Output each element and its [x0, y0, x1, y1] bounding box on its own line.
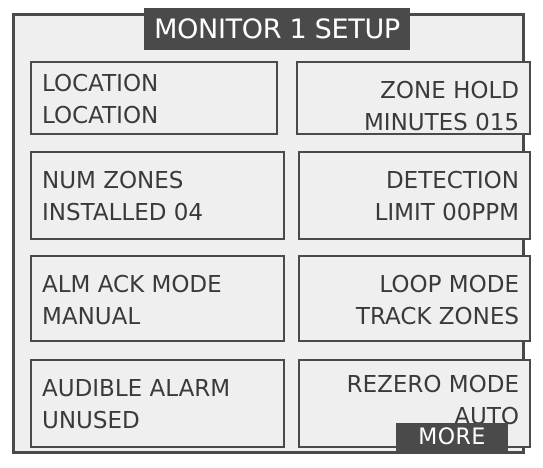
audible-alarm-tile-value: UNUSED — [42, 408, 140, 434]
num-zones-tile-label: NUM ZONES — [42, 168, 184, 194]
detection-limit-tile-value: LIMIT 00PPM — [374, 200, 519, 226]
more-button[interactable]: MORE — [396, 423, 508, 452]
num-zones-tile[interactable]: NUM ZONES INSTALLED 04 — [30, 151, 285, 240]
location-tile-label: LOCATION — [42, 71, 159, 97]
num-zones-tile-value: INSTALLED 04 — [42, 200, 204, 226]
screen-title: MONITOR 1 SETUP — [144, 8, 410, 50]
location-tile[interactable]: LOCATION LOCATION — [30, 61, 278, 135]
detection-limit-tile-label: DETECTION — [385, 168, 519, 194]
detection-limit-tile[interactable]: DETECTION LIMIT 00PPM — [298, 151, 531, 240]
loop-mode-tile[interactable]: LOOP MODE TRACK ZONES — [298, 255, 531, 342]
loop-mode-tile-label: LOOP MODE — [379, 272, 519, 298]
rezero-mode-tile-label: REZERO MODE — [346, 372, 519, 398]
loop-mode-tile-value: TRACK ZONES — [355, 304, 519, 330]
audible-alarm-tile[interactable]: AUDIBLE ALARM UNUSED — [30, 359, 285, 448]
alarm-ack-mode-tile[interactable]: ALM ACK MODE MANUAL — [30, 255, 285, 342]
alarm-ack-mode-tile-value: MANUAL — [42, 304, 141, 330]
zone-hold-tile-value: MINUTES 015 — [363, 110, 519, 136]
alarm-ack-mode-tile-label: ALM ACK MODE — [42, 272, 222, 298]
zone-hold-tile-label: ZONE HOLD — [380, 78, 519, 104]
audible-alarm-tile-label: AUDIBLE ALARM — [42, 376, 231, 402]
zone-hold-tile[interactable]: ZONE HOLD MINUTES 015 — [296, 61, 531, 136]
location-tile-value: LOCATION — [42, 103, 159, 129]
